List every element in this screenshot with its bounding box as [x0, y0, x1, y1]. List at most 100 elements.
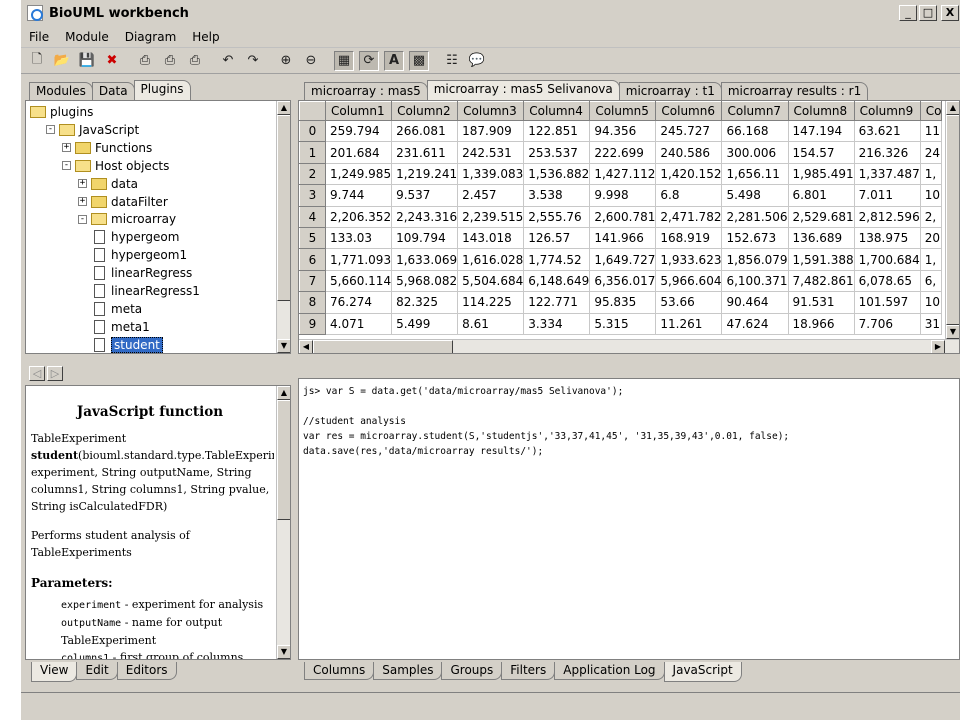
tree-node[interactable]: - Host objects	[62, 157, 169, 175]
forward-arrow-icon[interactable]: ▷	[47, 366, 63, 381]
table-row[interactable]: 3 9.744 9.537 2.457 3.538 9.998 6.8 5.498 6.801 7…	[299, 184, 943, 207]
table-cell[interactable]: 231.611	[391, 141, 459, 164]
table-cell[interactable]: 6,	[919, 269, 943, 293]
scroll-down-icon[interactable]: ▼	[277, 339, 290, 353]
table-row[interactable]: 7 5,660.114 5,968.082 5,504.684 6,148.649 6,3…	[299, 269, 943, 293]
scroll-thumb[interactable]	[277, 400, 290, 520]
table-cell[interactable]: 109.794	[391, 226, 459, 250]
column-header[interactable]: Column4	[523, 101, 591, 121]
table-cell[interactable]: 1,249.985	[324, 162, 393, 186]
expand-icon[interactable]: +	[78, 197, 87, 206]
table-cell[interactable]: 6.801	[787, 184, 855, 207]
table-cell[interactable]: 141.966	[589, 226, 657, 250]
table-cell[interactable]: 2,555.76	[523, 205, 591, 228]
table-cell[interactable]: 259.794	[324, 119, 393, 143]
new-icon[interactable]: 🗋	[27, 51, 47, 71]
table-cell[interactable]: 2,812.596	[853, 205, 921, 228]
table-cell[interactable]: 53.66	[655, 291, 723, 314]
properties-icon[interactable]: ☷	[442, 51, 462, 71]
table-cell[interactable]: 1,427.112	[589, 162, 657, 186]
tab-microarray-mas5-selivanova[interactable]: microarray : mas5 Selivanova	[426, 80, 620, 100]
table-cell[interactable]: 300.006	[721, 141, 789, 164]
table-cell[interactable]: 5.498	[721, 184, 789, 207]
table-cell[interactable]: 90.464	[721, 291, 789, 314]
table-cell[interactable]: 47.624	[721, 312, 789, 335]
table-cell[interactable]: 1,856.079	[721, 248, 789, 271]
table-cell[interactable]: 3.538	[523, 184, 591, 207]
collapse-icon[interactable]: -	[46, 125, 55, 135]
table-cell[interactable]: 2,529.681	[787, 205, 855, 228]
table-cell[interactable]: 168.919	[655, 226, 723, 250]
tab-microarray-t1[interactable]: microarray : t1	[618, 82, 722, 100]
table-cell[interactable]: 11	[919, 119, 943, 143]
tab-modules[interactable]: Modules	[29, 82, 93, 100]
table-cell[interactable]: 5.499	[391, 312, 459, 335]
table-cell[interactable]: 11.261	[655, 312, 723, 335]
text-icon[interactable]: A	[384, 50, 404, 71]
scroll-up-icon[interactable]: ▲	[277, 386, 290, 400]
table-cell[interactable]: 136.689	[787, 226, 855, 250]
minimize-button[interactable]: _	[899, 5, 917, 21]
table-cell[interactable]: 5,504.684	[457, 269, 525, 293]
grid-icon[interactable]: ▩	[409, 50, 429, 71]
column-header[interactable]: Column3	[457, 101, 525, 121]
scroll-thumb[interactable]	[277, 115, 290, 301]
table-cell[interactable]: 2,239.515	[457, 205, 525, 228]
table-cell[interactable]: 154.57	[787, 141, 855, 164]
table-cell[interactable]: 1,649.727	[589, 248, 657, 271]
tree-node[interactable]: hypergeom1	[94, 246, 187, 264]
table-cell[interactable]: 10	[919, 184, 943, 207]
column-header[interactable]: Column5	[589, 101, 657, 121]
table-cell[interactable]: 4.071	[324, 312, 393, 335]
menu-diagram[interactable]: Diagram	[117, 30, 185, 44]
tab-edit[interactable]: Edit	[76, 662, 118, 680]
table-cell[interactable]: 143.018	[457, 226, 525, 250]
close-file-icon[interactable]: ✖	[102, 51, 122, 71]
table-cell[interactable]: 1,985.491	[787, 162, 855, 186]
table-cell[interactable]: 1,633.069	[391, 248, 459, 271]
table-cell[interactable]: 9.998	[589, 184, 657, 207]
table-cell[interactable]: 31	[919, 312, 943, 335]
table-cell[interactable]: 122.771	[523, 291, 591, 314]
table-cell[interactable]: 2,600.781	[589, 205, 657, 228]
table-cell[interactable]: 2,281.506	[721, 205, 789, 228]
scroll-down-icon[interactable]: ▼	[277, 645, 290, 659]
table-cell[interactable]: 18.966	[787, 312, 855, 335]
tab-data[interactable]: Data	[91, 82, 135, 100]
table-cell[interactable]: 95.835	[589, 291, 657, 314]
scroll-up-icon[interactable]: ▲	[946, 101, 959, 115]
table-cell[interactable]: 24	[919, 141, 943, 164]
title-bar[interactable]: BioUML workbench _ □ X	[21, 0, 960, 26]
scroll-thumb[interactable]	[313, 340, 453, 353]
tree-node[interactable]: - JavaScript	[46, 121, 139, 139]
tree-node[interactable]: meta	[94, 300, 142, 318]
table-cell[interactable]: 5,660.114	[324, 269, 393, 293]
table-cell[interactable]: 1,774.52	[523, 248, 591, 271]
tab-javascript[interactable]: JavaScript	[663, 662, 742, 682]
table-cell[interactable]: 2.457	[457, 184, 525, 207]
table-cell[interactable]: 20	[919, 226, 943, 250]
refresh-icon[interactable]: ⟳	[359, 50, 379, 71]
expand-icon[interactable]: +	[62, 143, 71, 153]
tree-node[interactable]: plugins	[30, 103, 93, 121]
table-cell[interactable]: 1,339.083	[457, 162, 525, 186]
table-cell[interactable]: 133.03	[324, 226, 393, 250]
tree-node[interactable]: - microarray	[78, 210, 176, 228]
table-cell[interactable]: 101.597	[853, 291, 921, 314]
table-row[interactable]: 4 2,206.352 2,243.316 2,239.515 2,555.76 2,60…	[299, 205, 943, 228]
javascript-console[interactable]: js> var S = data.get('data/microarray/ma…	[298, 378, 960, 660]
table-cell[interactable]: 9.744	[324, 184, 393, 207]
table-cell[interactable]: 91.531	[787, 291, 855, 314]
table-row[interactable]: 0 259.794 266.081 187.909 122.851 94.356 245.7…	[299, 119, 943, 143]
column-header[interactable]: Co	[919, 101, 943, 121]
tab-microarray-results-r1[interactable]: microarray results : r1	[720, 82, 869, 100]
table-row[interactable]: 8 76.274 82.325 114.225 122.771 95.835 53.66 90…	[299, 291, 943, 314]
table-cell[interactable]: 7.011	[853, 184, 921, 207]
tab-editors[interactable]: Editors	[116, 662, 177, 680]
tree-node[interactable]: + dataFilter	[78, 193, 168, 211]
table-cell[interactable]: 10	[919, 291, 943, 314]
column-header[interactable]: Column8	[787, 101, 855, 121]
print-preview-icon[interactable]: ⎙	[160, 51, 180, 71]
table-cell[interactable]: 6.8	[655, 184, 723, 207]
table-cell[interactable]: 216.326	[853, 141, 921, 164]
